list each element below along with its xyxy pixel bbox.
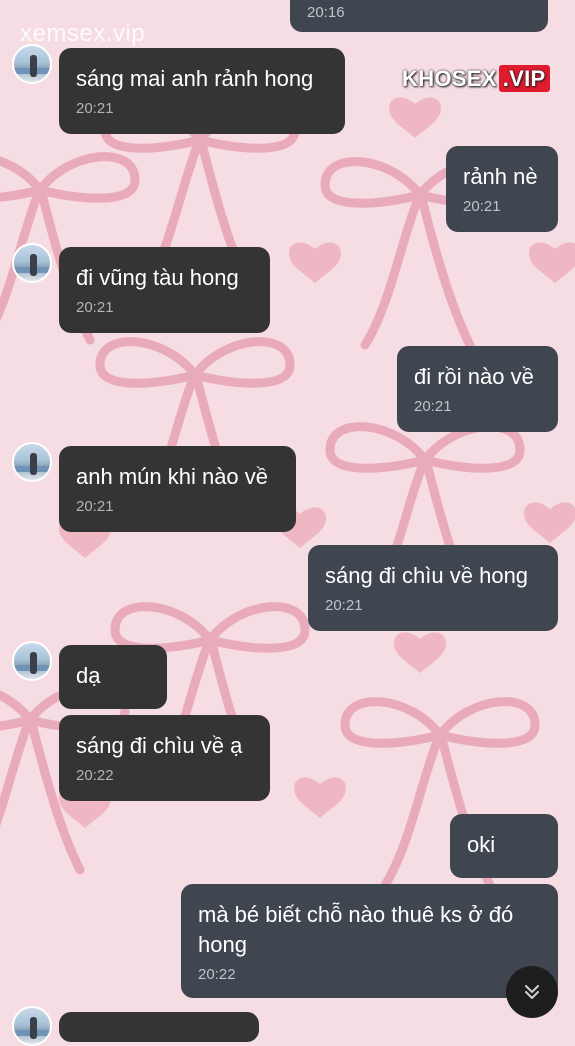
message-text: anh mún khi nào về: [76, 464, 269, 489]
message-bubble-outgoing[interactable]: sáng đi chìu về hong 20:21: [308, 545, 558, 631]
double-chevron-down-icon: [525, 985, 539, 999]
contact-avatar[interactable]: [12, 243, 52, 283]
message-text: đi vũng tàu hong: [76, 265, 239, 290]
message-bubble-incoming[interactable]: sáng mai anh rảnh hong 20:21: [59, 48, 345, 134]
message-bubble-outgoing[interactable]: đi rồi nào về 20:21: [397, 346, 558, 432]
contact-avatar[interactable]: [12, 44, 52, 84]
message-text: mà bé biết chỗ nào thuê ks ở đó hong: [198, 902, 514, 957]
message-bubble-outgoing[interactable]: mà bé biết chỗ nào thuê ks ở đó hong 20:…: [181, 884, 558, 998]
contact-avatar[interactable]: [12, 1006, 52, 1046]
message-text: sáng đi chìu về ạ: [76, 733, 243, 758]
message-bubble-incoming[interactable]: anh mún khi nào về 20:21: [59, 446, 296, 532]
watermark-logo: KHOSEX .VIP: [402, 65, 550, 92]
message-bubble-outgoing[interactable]: 20:16: [290, 0, 548, 32]
message-bubble-outgoing[interactable]: oki: [450, 814, 558, 878]
contact-avatar[interactable]: [12, 641, 52, 681]
message-time: 20:22: [198, 966, 236, 983]
watermark-logo-main: KHOSEX: [402, 66, 497, 91]
message-time: 20:21: [76, 299, 114, 316]
message-text: rảnh nè: [463, 164, 538, 189]
message-time: 20:21: [463, 198, 501, 215]
message-time: 20:22: [76, 767, 114, 784]
contact-avatar[interactable]: [12, 442, 52, 482]
message-bubble-incoming[interactable]: sáng đi chìu về ạ 20:22: [59, 715, 270, 801]
message-text: sáng mai anh rảnh hong: [76, 66, 314, 91]
message-text: dạ: [76, 663, 101, 688]
message-time: 20:21: [325, 597, 363, 614]
message-text: sáng đi chìu về hong: [325, 563, 529, 588]
watermark-text-left: xemsex.vip: [20, 20, 146, 47]
message-text: oki: [467, 832, 496, 857]
message-text: đi rồi nào về: [414, 364, 534, 389]
watermark-logo-suffix: .VIP: [498, 65, 550, 92]
message-bubble-incoming[interactable]: đi vũng tàu hong 20:21: [59, 247, 270, 333]
message-bubble-incoming[interactable]: dạ: [59, 645, 167, 709]
scroll-to-bottom-button[interactable]: [506, 966, 558, 1018]
message-time: 20:21: [76, 100, 114, 117]
message-time: 20:16: [307, 4, 345, 21]
message-bubble-incoming-partial[interactable]: [59, 1012, 259, 1042]
message-bubble-outgoing[interactable]: rảnh nè 20:21: [446, 146, 558, 232]
message-time: 20:21: [414, 398, 452, 415]
message-time: 20:21: [76, 498, 114, 515]
